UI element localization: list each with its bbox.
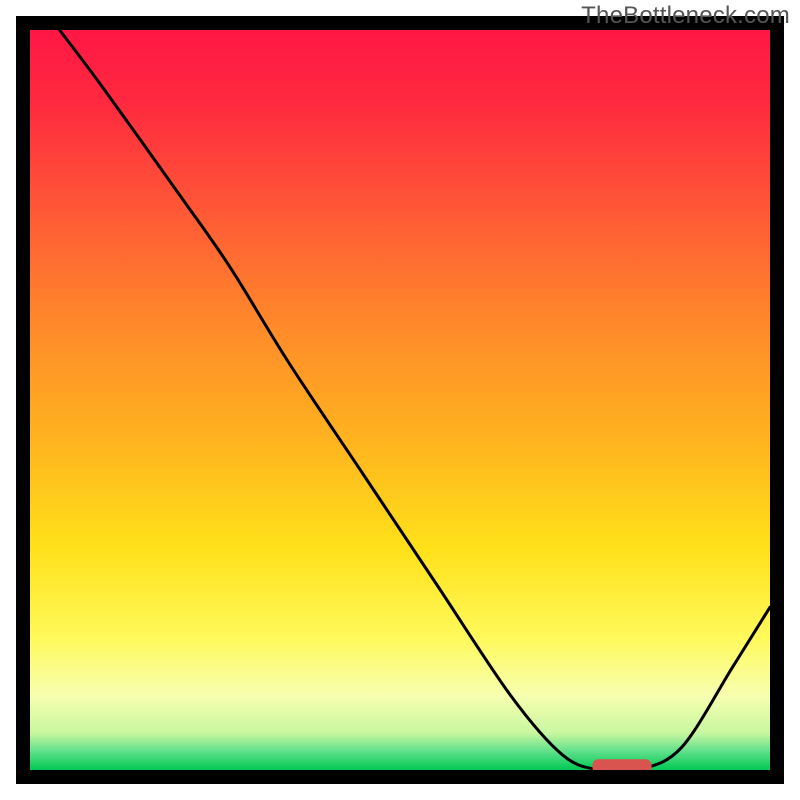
bottleneck-chart: TheBottleneck.com: [0, 0, 800, 800]
watermark-label: TheBottleneck.com: [581, 2, 790, 30]
chart-svg: [0, 0, 800, 800]
